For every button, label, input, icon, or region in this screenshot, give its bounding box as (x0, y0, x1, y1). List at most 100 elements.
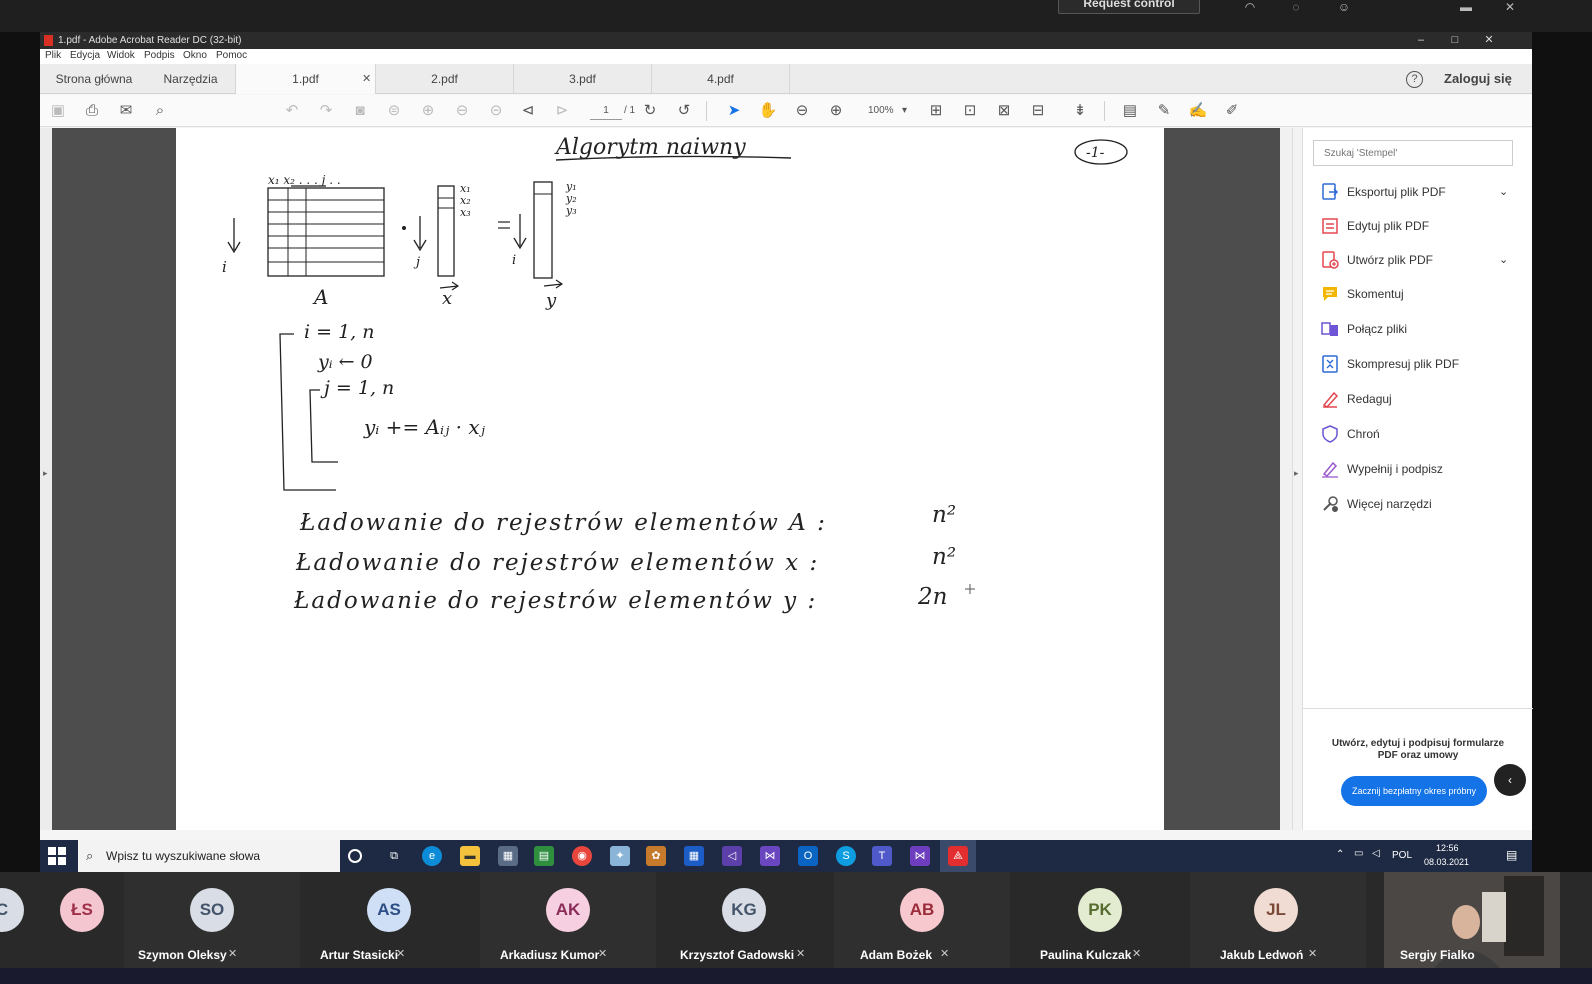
login-button[interactable]: Zaloguj się (1444, 64, 1512, 94)
camera-icon[interactable]: ▬ (1456, 0, 1476, 14)
tool-comment[interactable]: Skomentuj (1321, 282, 1517, 306)
task-view-icon[interactable]: ⧉ (384, 846, 404, 866)
tab-doc-3[interactable]: 3.pdf (514, 64, 652, 94)
tray-chevron-up-icon[interactable]: ⌃ (1336, 849, 1344, 860)
participant-tile[interactable]: AK Arkadiusz Kumor ✕ (480, 872, 656, 968)
right-pane-toggle[interactable] (1292, 128, 1302, 830)
clock-date[interactable]: 08.03.2021 (1424, 857, 1469, 867)
calculator-icon[interactable]: ▦ (498, 846, 518, 866)
add-comment-icon[interactable]: ▤ (1120, 101, 1140, 121)
tool-edit-pdf[interactable]: Edytuj plik PDF (1321, 214, 1517, 238)
minimize-button[interactable]: – (1404, 32, 1438, 49)
save-icon[interactable]: ▣ (48, 101, 68, 121)
tab-doc-1[interactable]: 1.pdf (236, 64, 376, 94)
back-view-icon[interactable]: ⊲ (518, 101, 538, 121)
tab-home[interactable]: Strona główna (46, 64, 142, 94)
chrome-icon[interactable]: ◉ (572, 846, 592, 866)
undo-icon[interactable]: ↶ (282, 101, 302, 121)
hand-tool-icon[interactable]: ✋ (758, 101, 778, 121)
first-page-icon[interactable]: ⊜ (384, 101, 404, 121)
full-screen-icon[interactable]: ⊠ (994, 101, 1014, 121)
tool-fill-sign[interactable]: Wypełnij i podpisz (1321, 457, 1517, 481)
tool-combine-files[interactable]: Połącz pliki (1321, 317, 1517, 341)
draw-icon[interactable]: ✍ (1188, 101, 1208, 121)
clock-time[interactable]: 12:56 (1436, 843, 1459, 853)
menu-window[interactable]: Okno (183, 50, 207, 61)
last-page-icon[interactable]: ⊝ (486, 101, 506, 121)
menu-sign[interactable]: Podpis (144, 50, 175, 61)
forward-view-icon[interactable]: ⊳ (552, 101, 572, 121)
app-grid-icon[interactable]: ▦ (684, 846, 704, 866)
tab-close-icon[interactable]: ✕ (362, 64, 376, 94)
teams-icon[interactable]: T (872, 846, 892, 866)
tool-create-pdf[interactable]: Utwórz plik PDF ⌄ (1321, 248, 1517, 272)
print-icon[interactable]: ⎙ (82, 101, 102, 121)
tab-doc-2[interactable]: 2.pdf (376, 64, 514, 94)
menu-view[interactable]: Widok (107, 50, 135, 61)
previous-page-icon[interactable]: ⊕ (418, 101, 438, 121)
participant-tile[interactable]: AB Adam Bożek ✕ (834, 872, 1010, 968)
participant-tile[interactable]: SO Szymon Oleksy ✕ (124, 872, 300, 968)
tool-compress-pdf[interactable]: Skompresuj plik PDF (1321, 352, 1517, 376)
cortana-icon[interactable] (348, 849, 362, 863)
left-panel-toggle[interactable]: ▸ (40, 128, 52, 830)
fit-page-icon[interactable]: ⊞ (926, 101, 946, 121)
notifications-icon[interactable]: ▤ (1506, 848, 1517, 862)
page-number-input[interactable]: 1 (590, 102, 622, 120)
tool-redact[interactable]: Redaguj (1321, 387, 1517, 411)
edge-icon[interactable]: e (422, 846, 442, 866)
help-icon[interactable]: ? (1406, 71, 1423, 88)
spreadsheet-icon[interactable]: ▤ (534, 846, 554, 866)
network-icon[interactable]: ▭ (1354, 848, 1363, 859)
screenshot-icon[interactable]: ◙ (350, 101, 370, 121)
highlight-icon[interactable]: ✎ (1154, 101, 1174, 121)
search-icon[interactable]: ⌕ (150, 101, 170, 121)
visual-studio-icon-3[interactable]: ⋈ (910, 846, 930, 866)
participant-tile[interactable]: KG Krzysztof Gadowski ✕ (656, 872, 832, 968)
tool-export-pdf[interactable]: Eksportuj plik PDF ⌄ (1321, 180, 1517, 204)
outlook-icon[interactable]: O (798, 846, 818, 866)
select-tool-icon[interactable]: ➤ (724, 101, 744, 121)
page-display-icon[interactable]: ⊟ (1028, 101, 1048, 121)
mic-off-icon[interactable]: ✕ (1500, 0, 1520, 14)
reactions-icon[interactable]: ☺ (1334, 0, 1354, 14)
language-indicator[interactable]: POL (1392, 850, 1412, 861)
chevron-down-icon[interactable]: ⌄ (1499, 180, 1508, 204)
document-viewport[interactable]: Algorytm naiwny -1- x₁ x₂ . . . j . . A … (52, 128, 1288, 830)
tool-more-tools[interactable]: Więcej narzędzi (1321, 492, 1517, 516)
windows-start-icon[interactable] (48, 847, 66, 865)
acrobat-taskbar-button[interactable]: ⟁ (940, 840, 976, 872)
rotate-clockwise-icon[interactable]: ↻ (640, 101, 660, 121)
participant-tile[interactable]: AS Artur Stasicki ✕ (300, 872, 476, 968)
fit-width-icon[interactable]: ⊡ (960, 101, 980, 121)
rotate-counterclockwise-icon[interactable]: ↺ (674, 101, 694, 121)
taskbar-search-box[interactable]: ⌕ Wpisz tu wyszukiwane słowa (78, 840, 340, 872)
visual-studio-icon-2[interactable]: ⋈ (760, 846, 780, 866)
request-control-button[interactable]: Request control (1058, 0, 1200, 14)
zoom-level-select[interactable]: 100% ▾ (862, 102, 914, 120)
volume-icon[interactable]: ◁ (1372, 848, 1380, 859)
file-explorer-icon[interactable]: ▬ (460, 846, 480, 866)
collapse-pane-button[interactable]: ‹ (1494, 764, 1526, 796)
maximize-button[interactable]: □ (1438, 32, 1472, 49)
email-icon[interactable]: ✉ (116, 101, 136, 121)
participant-tile[interactable]: PK Paulina Kulczak ✕ (1012, 872, 1188, 968)
fill-sign-toolbar-icon[interactable]: ✐ (1222, 101, 1242, 121)
close-window-button[interactable]: ✕ (1472, 32, 1506, 49)
app-bird-icon[interactable]: ✦ (610, 846, 630, 866)
menu-edit[interactable]: Edycja (70, 50, 100, 61)
menu-file[interactable]: Plik (45, 50, 61, 61)
visual-studio-icon-1[interactable]: ◁ (722, 846, 742, 866)
vertical-scrollbar[interactable] (1280, 128, 1292, 830)
zoom-out-icon[interactable]: ⊖ (792, 101, 812, 121)
next-page-icon[interactable]: ⊖ (452, 101, 472, 121)
tools-search-input[interactable] (1313, 140, 1513, 166)
skype-icon[interactable]: S (836, 846, 856, 866)
redo-icon[interactable]: ↷ (316, 101, 336, 121)
free-trial-button[interactable]: Zacznij bezpłatny okres próbny (1341, 776, 1487, 806)
menu-help[interactable]: Pomoc (216, 50, 247, 61)
chevron-down-icon[interactable]: ⌄ (1499, 248, 1508, 272)
tab-tools[interactable]: Narzędzia (146, 64, 236, 94)
tool-protect[interactable]: Chroń (1321, 422, 1517, 446)
read-mode-icon[interactable]: ⇟ (1070, 101, 1090, 121)
